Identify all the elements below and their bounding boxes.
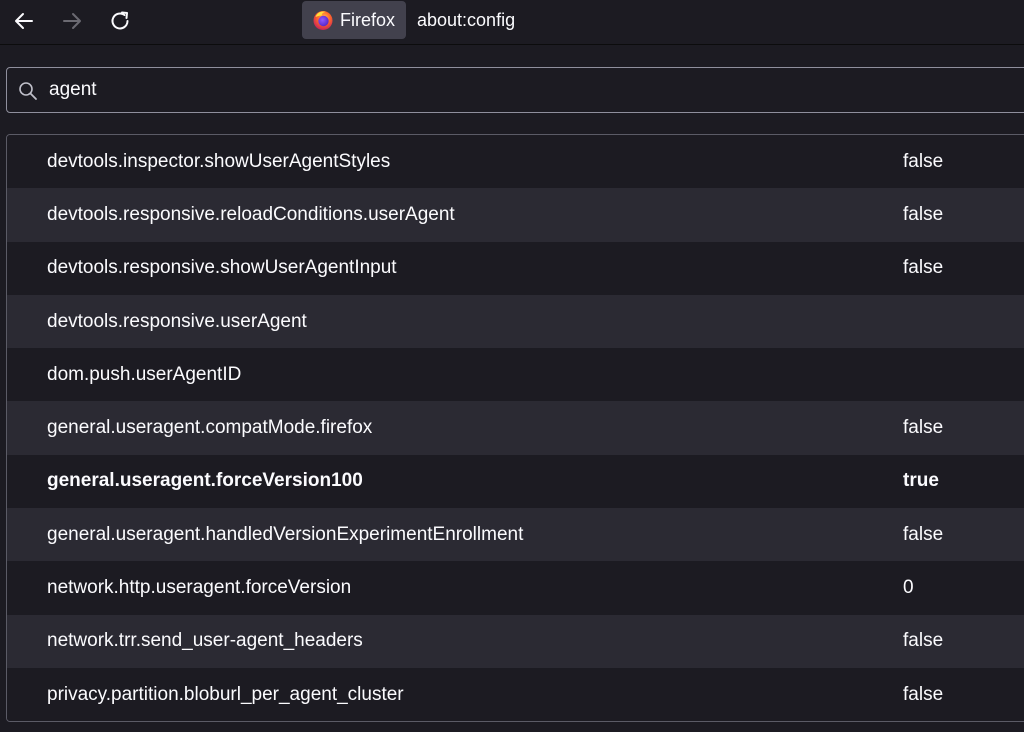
pref-row[interactable]: network.http.useragent.forceVersion 0 (7, 561, 1024, 615)
pref-value[interactable]: false (903, 417, 943, 439)
pref-value[interactable]: false (903, 630, 943, 652)
pref-name: dom.push.userAgentID (47, 363, 242, 385)
identity-label: Firefox (340, 9, 396, 30)
pref-value[interactable]: false (903, 151, 943, 173)
pref-name: general.useragent.forceVersion100 (47, 470, 363, 492)
pref-row[interactable]: general.useragent.forceVersion100 true (7, 454, 1024, 509)
back-button[interactable] (9, 6, 39, 36)
pref-row[interactable]: general.useragent.compatMode.firefox fals… (7, 401, 1024, 455)
identity-box[interactable]: Firefox (302, 1, 406, 39)
pref-name: devtools.inspector.showUserAgentStyles (47, 150, 391, 172)
url-bar[interactable]: Firefox about:config (296, 0, 1024, 41)
reload-button[interactable] (105, 6, 135, 36)
pref-value[interactable]: true (903, 470, 939, 492)
pref-row[interactable]: devtools.responsive.reloadConditions.use… (7, 188, 1024, 242)
pref-value[interactable]: false (903, 524, 943, 546)
search-icon (19, 82, 37, 100)
arrow-right-icon (63, 13, 81, 29)
pref-row[interactable]: devtools.responsive.showUserAgentInput fa… (7, 241, 1024, 295)
pref-value[interactable]: false (903, 684, 943, 706)
pref-row[interactable]: devtools.responsive.userAgent (7, 294, 1024, 349)
pref-name: network.http.useragent.forceVersion (47, 577, 352, 599)
pref-value[interactable]: 0 (903, 577, 914, 599)
pref-name: devtools.responsive.showUserAgentInput (47, 257, 397, 279)
pref-row[interactable]: network.trr.send_user-agent_headers false (7, 614, 1024, 668)
pref-name: privacy.partition.bloburl_per_agent_clus… (47, 683, 404, 705)
pref-row[interactable]: dom.push.userAgentID (7, 348, 1024, 402)
config-page: devtools.inspector.showUserAgentStyles fa… (0, 45, 1024, 732)
pref-row[interactable]: devtools.inspector.showUserAgentStyles fa… (7, 135, 1024, 189)
search-box[interactable] (6, 67, 1024, 113)
browser-toolbar: Firefox about:config (0, 0, 1024, 45)
forward-button[interactable] (57, 6, 87, 36)
pref-name: general.useragent.compatMode.firefox (47, 417, 373, 439)
firefox-logo-icon (312, 9, 334, 31)
pref-value[interactable]: false (903, 257, 943, 279)
pref-row[interactable]: general.useragent.handledVersionExperime… (7, 508, 1024, 562)
search-input[interactable] (49, 68, 949, 112)
pref-name: devtools.responsive.userAgent (47, 310, 307, 332)
pref-value[interactable]: false (903, 204, 943, 226)
url-text[interactable]: about:config (417, 10, 515, 31)
reload-icon (111, 11, 129, 30)
pref-name: network.trr.send_user-agent_headers (47, 630, 363, 652)
pref-name: devtools.responsive.reloadConditions.use… (47, 203, 455, 225)
pref-name: general.useragent.handledVersionExperime… (47, 523, 524, 545)
pref-row[interactable]: privacy.partition.bloburl_per_agent_clus… (7, 667, 1024, 722)
arrow-left-icon (15, 13, 33, 29)
preferences-table: devtools.inspector.showUserAgentStyles fa… (6, 134, 1024, 723)
